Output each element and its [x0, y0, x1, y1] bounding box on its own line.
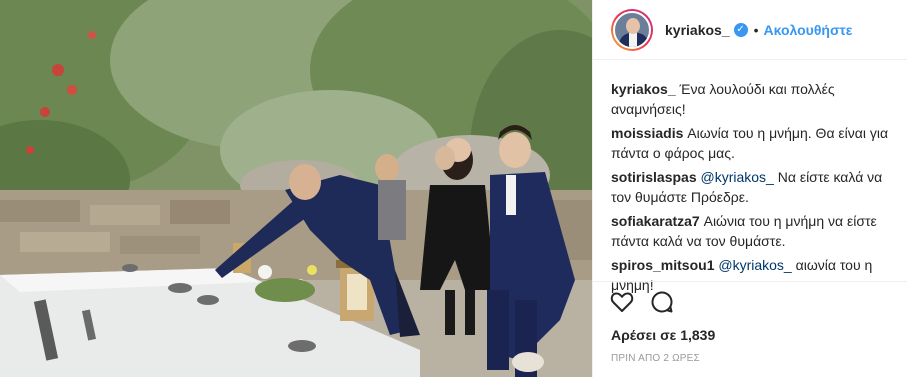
post-timestamp[interactable]: ΠΡΙΝ ΑΠΟ 2 ΩΡΕΣ — [611, 353, 700, 364]
comment-username[interactable]: spiros_mitsou1 — [611, 257, 714, 273]
memorial-photo-illustration — [0, 0, 592, 377]
heart-icon[interactable] — [609, 289, 635, 315]
comment-item: sotirislaspas @kyriakos_ Να είστε καλά ν… — [611, 167, 893, 207]
comment-mention[interactable]: @kyriakos_ — [714, 257, 791, 273]
comment-bubble-icon[interactable] — [649, 289, 675, 315]
verified-badge-icon: ✓ — [733, 22, 748, 37]
comment-username[interactable]: sofiakaratza7 — [611, 213, 700, 229]
post-actions — [593, 281, 907, 321]
comments-list: kyriakos_ Ένα λουλούδι και πολλές αναμνή… — [611, 79, 893, 299]
post-photo[interactable] — [0, 0, 592, 377]
comment-username[interactable]: moissiadis — [611, 125, 683, 141]
instagram-post: kyriakos_ ✓ • Ακολουθήστε kyriakos_ Ένα … — [0, 0, 907, 377]
avatar-image — [613, 10, 651, 49]
comment-item: sofiakaratza7 Αιώνια του η μνήμη να είστ… — [611, 211, 893, 251]
likes-count[interactable]: Αρέσει σε 1,839 — [611, 327, 715, 343]
post-header: kyriakos_ ✓ • Ακολουθήστε — [593, 0, 907, 60]
post-author-username[interactable]: kyriakos_ — [665, 22, 730, 38]
follow-button[interactable]: Ακολουθήστε — [764, 22, 853, 38]
header-separator: • — [753, 21, 759, 38]
comment-item: moissiadis Αιωνία του η μνήμη. Θα είναι … — [611, 123, 893, 163]
comment-username[interactable]: kyriakos_ — [611, 81, 676, 97]
comment-username[interactable]: sotirislaspas — [611, 169, 697, 185]
comment-item: kyriakos_ Ένα λουλούδι και πολλές αναμνή… — [611, 79, 893, 119]
comment-mention[interactable]: @kyriakos_ — [697, 169, 773, 185]
avatar[interactable] — [611, 8, 653, 51]
post-sidebar: kyriakos_ ✓ • Ακολουθήστε kyriakos_ Ένα … — [592, 0, 907, 377]
